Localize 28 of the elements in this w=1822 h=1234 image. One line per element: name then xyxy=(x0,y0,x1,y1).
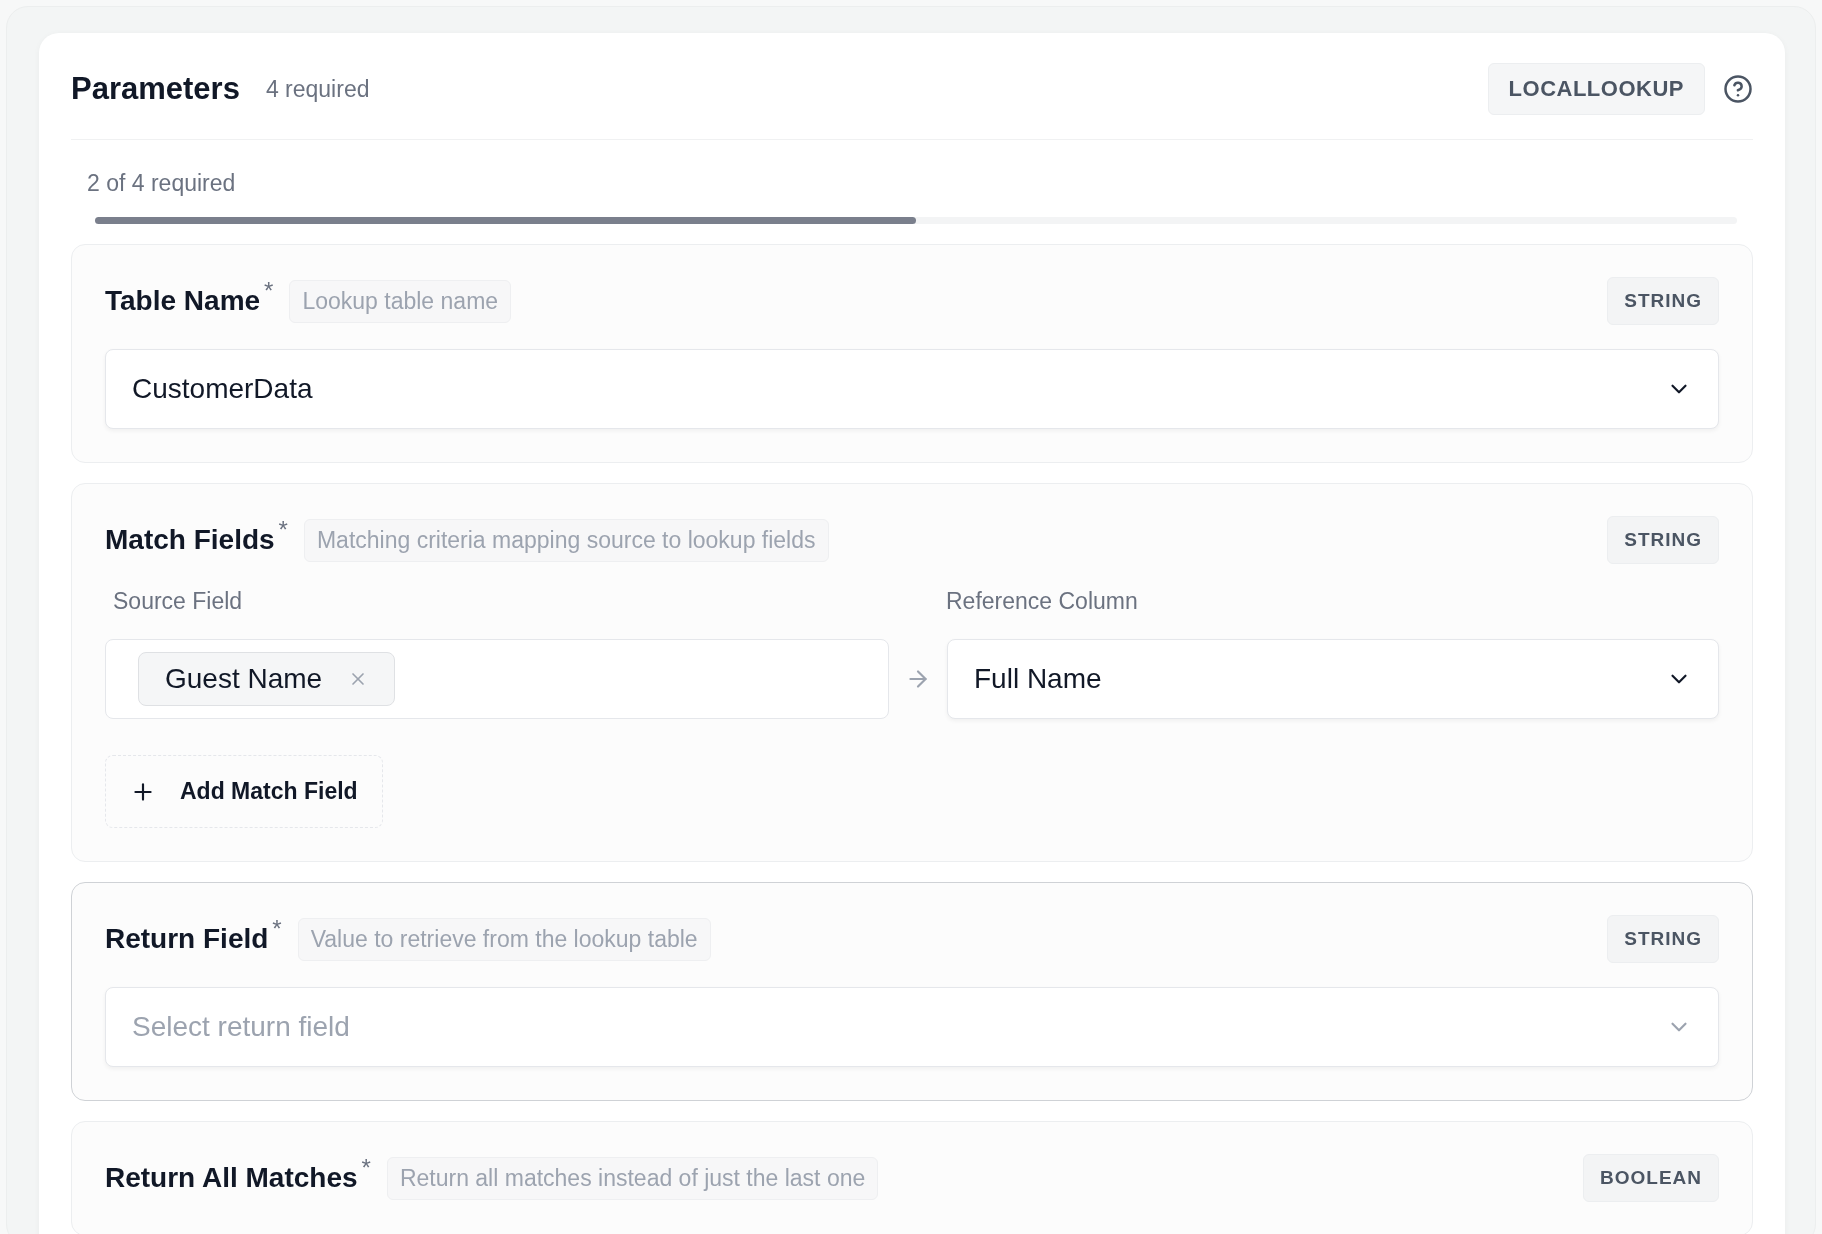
parameter-label: Table Name xyxy=(105,285,261,317)
select-field[interactable]: CustomerData xyxy=(105,349,1719,429)
column-label: Source Field xyxy=(113,588,244,615)
parameter-hint: Return all matches instead of just the last one xyxy=(386,1156,879,1200)
reference-select[interactable]: Full Name xyxy=(947,639,1719,719)
required-mark: * xyxy=(278,516,288,544)
column-label: Reference Column xyxy=(946,588,1139,615)
type-badge: BOOLEAN xyxy=(1583,1154,1719,1202)
parameter-hint: Lookup table name xyxy=(289,279,512,323)
type-badge: STRING xyxy=(1607,915,1719,963)
parameter-label: Return All Matches xyxy=(105,1162,358,1194)
type-badge: STRING xyxy=(1607,277,1719,325)
parameter-hint: Value to retrieve from the lookup table xyxy=(297,917,711,961)
parameter-label: Match Fields xyxy=(105,524,275,556)
required-mark: * xyxy=(361,1154,371,1182)
panel-title: Parameters xyxy=(71,71,240,107)
required-mark: * xyxy=(264,277,274,305)
field-tag: Guest Name xyxy=(138,652,396,706)
add-match-field-button[interactable]: Add Match Field xyxy=(105,755,383,828)
node-type-badge: LOCALLOOKUP xyxy=(1487,63,1705,115)
parameter-label: Return Field xyxy=(105,923,269,955)
parameter-hint: Matching criteria mapping source to lookup fields xyxy=(303,518,829,562)
type-badge: STRING xyxy=(1607,516,1719,564)
source-field[interactable]: Guest Name xyxy=(105,639,889,719)
required-mark: * xyxy=(272,915,282,943)
required-count: 4 required xyxy=(265,75,370,103)
help-icon[interactable] xyxy=(1723,74,1753,104)
progress-label: 2 of 4 required xyxy=(87,170,237,197)
